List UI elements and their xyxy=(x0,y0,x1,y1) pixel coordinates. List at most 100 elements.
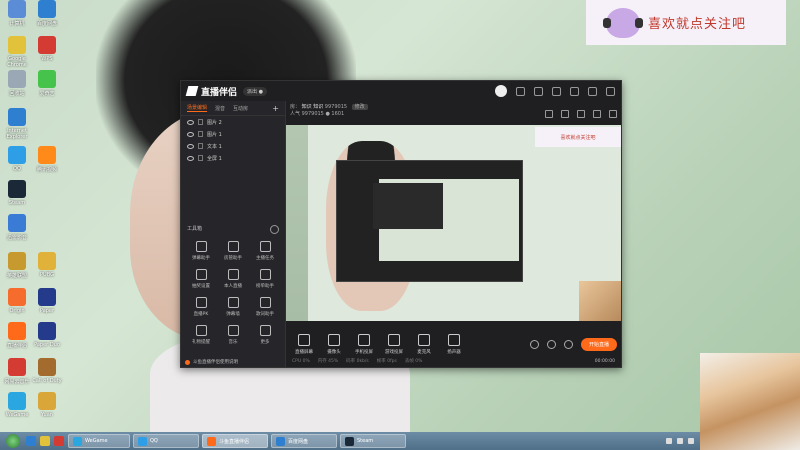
desktop-icon[interactable]: Steam xyxy=(0,180,34,206)
mic-button[interactable]: 麦克风 xyxy=(410,333,438,355)
tool-item[interactable]: 榜单助手 xyxy=(249,269,281,289)
tool-item[interactable]: 主播任务 xyxy=(249,241,281,261)
explorer-quick-icon[interactable] xyxy=(40,436,50,446)
avatar[interactable] xyxy=(495,85,507,97)
start-live-button[interactable]: 开始直播 xyxy=(580,337,617,351)
tool-item[interactable]: 本人直播 xyxy=(217,269,249,289)
desktop-icon[interactable]: 腾讯视频 xyxy=(30,146,64,173)
desktop-icon[interactable]: QQ xyxy=(0,146,34,172)
status-memory: 内存 45% xyxy=(317,359,339,364)
message-icon[interactable] xyxy=(516,86,525,96)
desktop-icon[interactable]: Paper Duo xyxy=(30,322,64,348)
eye-icon[interactable] xyxy=(187,143,194,149)
tray-icon[interactable] xyxy=(666,438,672,444)
settings-icon[interactable] xyxy=(552,86,561,96)
screenshot-icon[interactable] xyxy=(545,110,553,118)
taskbar-item[interactable]: 百度网盘 xyxy=(271,434,337,448)
maximize-icon[interactable] xyxy=(588,86,597,96)
layer-item[interactable]: 图片 1 xyxy=(181,128,285,140)
follow-banner-text: 喜欢就点关注吧 xyxy=(648,17,747,32)
app-logo: 直播伴侣 xyxy=(185,85,237,98)
taskbar-item[interactable]: QQ xyxy=(133,434,199,448)
wegame-icon xyxy=(8,392,26,410)
start-menu-button[interactable] xyxy=(6,434,20,448)
record-icon[interactable] xyxy=(529,339,539,349)
version-tag[interactable]: 派出 ● xyxy=(243,86,267,96)
tool-item[interactable]: 更多 xyxy=(249,325,281,345)
eye-icon[interactable] xyxy=(187,119,194,125)
edit-room-button[interactable]: 修改 xyxy=(351,104,368,110)
desktop-icon[interactable]: 爱奇艺 xyxy=(30,70,64,97)
source-button[interactable]: 直播屏幕 xyxy=(290,333,318,355)
speaker-button[interactable]: 扬声器 xyxy=(440,333,468,355)
screen-icon xyxy=(298,333,310,346)
share-link-icon[interactable] xyxy=(609,110,617,118)
network-icon[interactable] xyxy=(677,438,683,444)
tab-mixer[interactable]: 混音 xyxy=(215,105,225,112)
minimize-icon[interactable] xyxy=(570,86,579,96)
layer-item[interactable]: 图片 2 xyxy=(181,116,285,128)
source-button[interactable]: 摄像头 xyxy=(320,333,348,355)
close-icon[interactable] xyxy=(606,86,615,96)
tool-item[interactable]: 抽奖设置 xyxy=(185,269,217,289)
tool-item[interactable]: 弹幕墙 xyxy=(217,297,249,317)
desktop-icon[interactable]: Call of Duty xyxy=(30,358,64,384)
notification-icon[interactable] xyxy=(593,110,601,118)
tool-item[interactable]: 歌词助手 xyxy=(249,297,281,317)
taskbar-item[interactable]: Steam xyxy=(340,434,406,448)
eye-icon[interactable] xyxy=(187,131,194,137)
desktop-icon[interactable]: Google Chrome xyxy=(0,36,34,68)
media-quick-icon[interactable] xyxy=(54,436,64,446)
scene-tabs: 场景编辑 混音 互动房 + xyxy=(181,101,285,116)
desktop-icon[interactable]: WPS xyxy=(30,36,64,62)
layer-item[interactable]: 全屏 1 xyxy=(181,152,285,164)
tool-item[interactable]: 直播PK xyxy=(185,297,217,317)
desktop-icon[interactable]: 计算机 xyxy=(0,0,34,27)
desktop-icon[interactable]: Paper xyxy=(30,288,64,314)
tool-item[interactable]: 音乐 xyxy=(217,325,249,345)
tool-item[interactable]: 房管助手 xyxy=(217,241,249,261)
status-dropped: 丢帧 0% xyxy=(404,359,423,364)
desktop-icon[interactable]: 回收站 xyxy=(0,70,34,97)
desktop-icon[interactable]: Origin xyxy=(0,288,34,314)
desktop-icon[interactable]: 英雄联盟 xyxy=(0,252,34,279)
share-icon[interactable] xyxy=(577,110,585,118)
desktop-icon[interactable]: PUBG xyxy=(30,252,64,278)
taskbar-item-active[interactable]: 斗鱼直播伴侣 xyxy=(202,434,268,448)
help-link[interactable]: 斗鱼直播伴侣使用说明 xyxy=(185,359,238,365)
desktop-icon[interactable]: Internet Explorer xyxy=(0,108,34,140)
gear-icon[interactable] xyxy=(563,339,573,349)
lock-icon[interactable] xyxy=(561,110,569,118)
desktop-icon[interactable]: 迅雷影音 xyxy=(0,214,34,241)
desktop-icon[interactable]: 网易云音乐 xyxy=(0,358,34,385)
lottery-icon xyxy=(195,269,207,280)
desktop-icon[interactable]: 百度网盘 xyxy=(30,0,64,27)
desktop-icon[interactable]: Yuan xyxy=(30,392,64,418)
gift-icon[interactable] xyxy=(534,86,543,96)
desktop-icon[interactable]: WeGame xyxy=(0,392,34,418)
desktop-icon[interactable]: 直播伴侣 xyxy=(0,322,34,349)
nested-preview-window xyxy=(336,160,523,282)
eye-icon[interactable] xyxy=(187,155,194,161)
lock-icon[interactable] xyxy=(198,119,203,125)
tool-item[interactable]: 弹幕助手 xyxy=(185,241,217,261)
music-note-icon xyxy=(227,325,239,336)
layer-item[interactable]: 文本 1 xyxy=(181,140,285,152)
eye-icon[interactable] xyxy=(546,339,556,349)
lock-icon[interactable] xyxy=(198,131,203,137)
collapse-icon[interactable] xyxy=(270,225,279,234)
phone-icon xyxy=(358,333,370,346)
stream-preview[interactable]: 喜欢就点关注吧 xyxy=(286,125,621,321)
lock-icon[interactable] xyxy=(198,143,203,149)
source-button[interactable]: 手机投屏 xyxy=(350,333,378,355)
tool-item[interactable]: 礼物提醒 xyxy=(185,325,217,345)
source-button[interactable]: 游戏投屏 xyxy=(380,333,408,355)
taskbar-item[interactable]: WeGame xyxy=(68,434,130,448)
volume-icon[interactable] xyxy=(688,438,694,444)
lock-icon[interactable] xyxy=(198,155,203,161)
tab-scene-edit[interactable]: 场景编辑 xyxy=(187,104,208,112)
iqiyi-icon xyxy=(38,70,56,88)
tab-interactive[interactable]: 互动房 xyxy=(233,105,248,112)
ie-quick-icon[interactable] xyxy=(26,436,36,446)
add-scene-button[interactable]: + xyxy=(272,104,279,113)
